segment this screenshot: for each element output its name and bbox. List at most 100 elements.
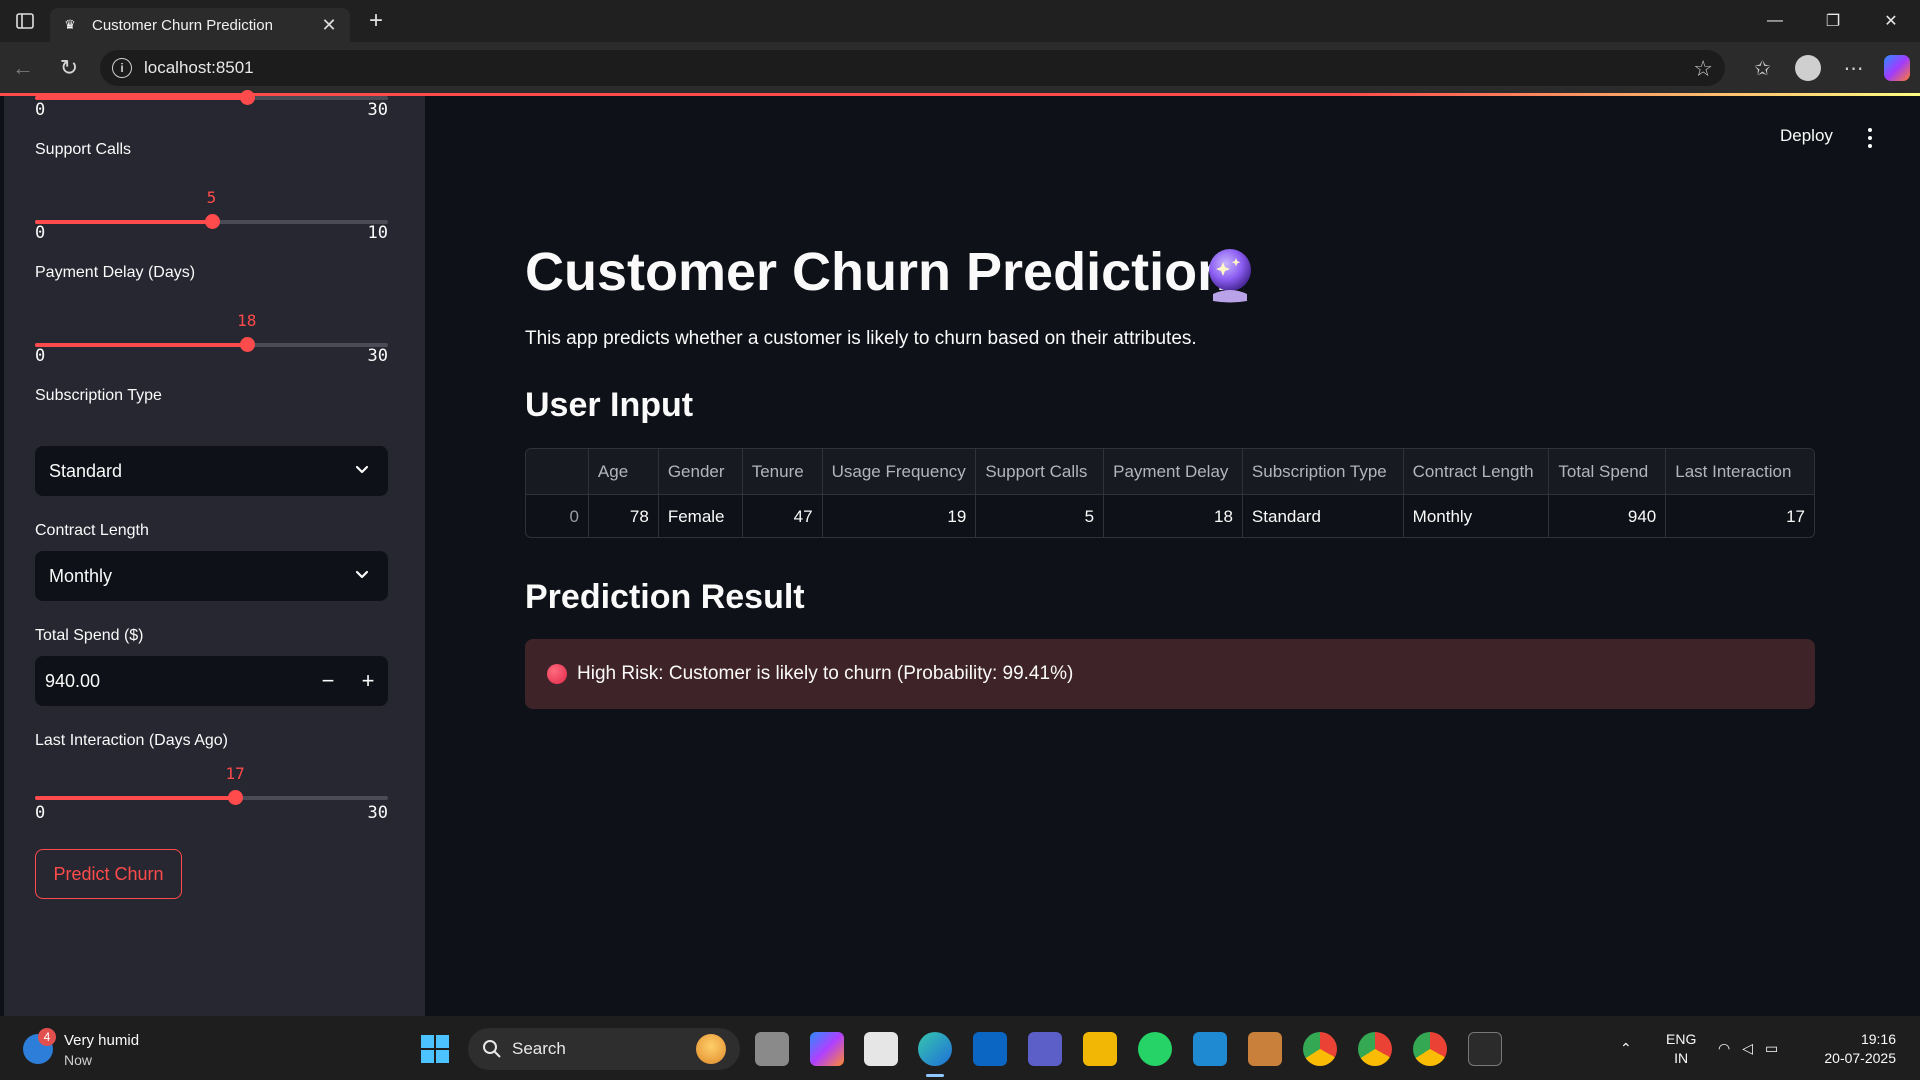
file-explorer-icon[interactable]: [1083, 1032, 1117, 1066]
table-cell[interactable]: 19: [823, 495, 977, 537]
prediction-result-heading: Prediction Result: [525, 578, 805, 616]
copilot-icon[interactable]: [1884, 55, 1910, 81]
minimize-button[interactable]: —: [1746, 0, 1804, 42]
taskbar-search[interactable]: Search: [468, 1028, 740, 1070]
table-cell[interactable]: 940: [1549, 495, 1667, 537]
table-header-cell[interactable]: Support Calls: [976, 449, 1105, 494]
profile-avatar-icon[interactable]: [1795, 55, 1821, 81]
weather-time: Now: [64, 1052, 93, 1068]
chevron-down-icon: [355, 570, 369, 579]
red-circle-icon: [547, 664, 567, 684]
favorites-icon[interactable]: ✩: [1740, 48, 1785, 88]
url-text: localhost:8501: [144, 58, 254, 77]
chrome-profile-1-icon[interactable]: [1303, 1032, 1337, 1066]
table-cell[interactable]: 17: [1666, 495, 1814, 537]
linkedin-icon[interactable]: [973, 1032, 1007, 1066]
table-cell[interactable]: Female: [659, 495, 743, 537]
teams-icon[interactable]: [1028, 1032, 1062, 1066]
volume-icon: ◁: [1742, 1039, 1753, 1056]
table-header-cell[interactable]: Contract Length: [1404, 449, 1550, 494]
contract-length-select[interactable]: Monthly: [35, 551, 388, 601]
slider-range: 0 30: [35, 100, 388, 120]
windows-taskbar: 4 Very humid Now Search ⌃ ENG IN ◠ ◁ ▭ 1…: [0, 1016, 1920, 1080]
table-header-cell[interactable]: Payment Delay: [1104, 449, 1243, 494]
clock-time: 19:16: [1860, 1031, 1896, 1047]
total-spend-input[interactable]: 940.00 − +: [35, 656, 388, 706]
slider-fill: [35, 796, 236, 800]
more-menu-icon[interactable]: ⋯: [1831, 48, 1876, 88]
table-header-cell[interactable]: Last Interaction: [1666, 449, 1814, 494]
table-cell[interactable]: 5: [976, 495, 1105, 537]
region-code: IN: [1674, 1050, 1689, 1066]
chrome-profile-2-icon[interactable]: [1358, 1032, 1392, 1066]
slider-range: 0 30: [35, 346, 388, 366]
clock[interactable]: 19:16 20-07-2025: [1824, 1030, 1896, 1068]
favorite-star-icon[interactable]: ☆: [1693, 56, 1713, 82]
page-description: This app predicts whether a customer is …: [525, 328, 1197, 349]
vscode-icon[interactable]: [1193, 1032, 1227, 1066]
system-tray[interactable]: ◠ ◁ ▭: [1718, 1016, 1778, 1080]
user-input-table[interactable]: Age Gender Tenure Usage Frequency Suppor…: [525, 448, 1815, 538]
copilot-app-icon[interactable]: [810, 1032, 844, 1066]
back-button[interactable]: ←: [0, 48, 46, 88]
subscription-type-label: Subscription Type: [35, 387, 162, 404]
slider-max: 30: [367, 803, 388, 823]
windows-start-icon[interactable]: [418, 1032, 452, 1066]
address-bar[interactable]: i localhost:8501 ☆: [100, 50, 1725, 86]
battery-icon: ▭: [1765, 1039, 1779, 1056]
table-cell[interactable]: 78: [589, 495, 659, 537]
sidebar-toggle-icon[interactable]: [0, 0, 50, 42]
main-content: Deploy Customer Churn Prediction This ap…: [425, 96, 1920, 1016]
increment-button[interactable]: +: [348, 656, 388, 706]
slider-max: 30: [367, 100, 388, 120]
close-window-button[interactable]: ✕: [1862, 0, 1920, 42]
table-header-cell[interactable]: Usage Frequency: [823, 449, 977, 494]
table-header-cell[interactable]: Tenure: [743, 449, 823, 494]
weather-condition: Very humid: [64, 1032, 140, 1049]
show-hidden-icons[interactable]: ⌃: [1620, 1016, 1632, 1080]
table-header-cell[interactable]: Gender: [659, 449, 743, 494]
active-app-indicator: [926, 1074, 944, 1077]
site-info-icon[interactable]: i: [112, 58, 132, 78]
prediction-alert: High Risk: Customer is likely to churn (…: [525, 639, 1815, 709]
whatsapp-icon[interactable]: [1138, 1032, 1172, 1066]
table-row: 0 78 Female 47 19 5 18 Standard Monthly …: [526, 494, 1814, 537]
table-cell[interactable]: 0: [526, 495, 589, 537]
subscription-type-select[interactable]: Standard: [35, 446, 388, 496]
language-indicator[interactable]: ENG IN: [1666, 1030, 1696, 1068]
main-menu-icon[interactable]: [1862, 128, 1878, 148]
new-tab-button[interactable]: +: [356, 4, 396, 38]
table-cell[interactable]: Monthly: [1404, 495, 1550, 537]
total-spend-value[interactable]: 940.00: [35, 671, 308, 692]
tab-title: Customer Churn Prediction: [92, 16, 273, 34]
reload-button[interactable]: ↻: [46, 48, 92, 88]
tab-close-icon[interactable]: ✕: [318, 15, 340, 36]
table-cell[interactable]: Standard: [1243, 495, 1404, 537]
table-header-cell[interactable]: Total Spend: [1549, 449, 1667, 494]
search-icon: [483, 1040, 501, 1058]
restore-button[interactable]: ❐: [1804, 0, 1862, 42]
terminal-icon[interactable]: [1468, 1032, 1502, 1066]
browser-tab[interactable]: ♛ Customer Churn Prediction ✕: [50, 8, 350, 42]
slider-min: 0: [35, 100, 46, 120]
predict-churn-button[interactable]: Predict Churn: [35, 849, 182, 899]
table-cell[interactable]: 47: [743, 495, 823, 537]
photos-app-icon[interactable]: [1248, 1032, 1282, 1066]
edge-icon[interactable]: [918, 1032, 952, 1066]
table-cell[interactable]: 18: [1104, 495, 1243, 537]
browser-title-bar: ♛ Customer Churn Prediction ✕ + — ❐ ✕: [0, 0, 1920, 42]
chrome-profile-3-icon[interactable]: [1413, 1032, 1447, 1066]
deploy-button[interactable]: Deploy: [1780, 126, 1833, 146]
weather-widget[interactable]: 4 Very humid Now: [18, 1028, 168, 1070]
store-icon[interactable]: [864, 1032, 898, 1066]
task-view-icon[interactable]: [755, 1032, 789, 1066]
sidebar: 0 30 Support Calls 5 0 10 Payment Delay …: [4, 90, 425, 1016]
payment-delay-label: Payment Delay (Days): [35, 264, 196, 281]
decrement-button[interactable]: −: [308, 656, 348, 706]
clock-date: 20-07-2025: [1824, 1050, 1896, 1066]
table-header-cell[interactable]: [526, 449, 589, 494]
slider-range: 0 30: [35, 803, 388, 823]
table-header-cell[interactable]: Subscription Type: [1243, 449, 1404, 494]
total-spend-label: Total Spend ($): [35, 627, 144, 644]
table-header-cell[interactable]: Age: [589, 449, 659, 494]
